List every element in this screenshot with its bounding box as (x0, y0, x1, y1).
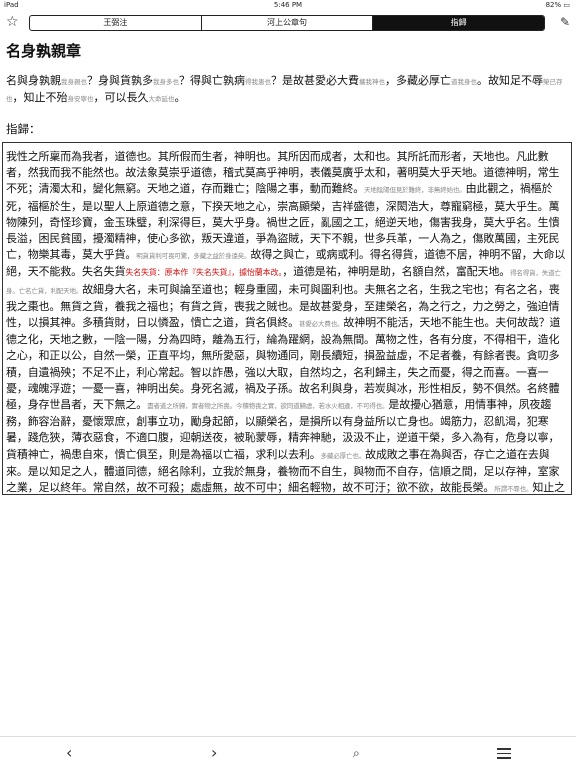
menu-icon[interactable] (497, 748, 511, 762)
status-time: 5:46 PM (273, 1, 303, 9)
status-bar: iPad 5:46 PM 82% ▭ (0, 0, 576, 10)
inline-note: 攜我神也 (359, 78, 385, 86)
inline-note: 我身多也 (153, 78, 179, 86)
source-segmented-control: 王弼注 河上公章句 指歸 (29, 15, 545, 31)
chapter-title: 名身孰親章 (6, 42, 82, 60)
tab-wangbi[interactable]: 王弼注 (30, 16, 202, 30)
collation-note: 失名失貨：原本作『失名失貨』，據怡蘭本改。 (125, 268, 283, 278)
battery-percent: 82% (545, 1, 562, 9)
text-segment: ，多藏必厚亡 (385, 74, 451, 87)
inline-note: 所謂不辱也。 (494, 485, 533, 494)
inline-note: 天地陰陽但見於難終，非無終始也。 (364, 186, 466, 195)
original-text: 名與身孰親我身親也？身與貨孰多我身多也？得與亡孰病得我患也？是故甚愛必大費攜我神… (6, 73, 568, 107)
inline-note: 盡者道之所歸，實者物之所喪。今積物喪之實，欲同道歸虛，若水火相違，不可得也。 (147, 402, 389, 411)
star-icon[interactable]: ☆ (6, 14, 19, 30)
inline-note: 大命延也 (148, 95, 175, 103)
text-segment: 故神明不能活，天地不能生也。夫何故哉？道德之化，天地之數，一陰一陽，分為四時，離… (6, 316, 561, 412)
chevron-right-icon[interactable]: › (211, 743, 217, 762)
inline-note: 我身親也 (61, 78, 87, 86)
chevron-left-icon[interactable]: ‹ (66, 743, 72, 762)
commentary-label: 指歸： (6, 122, 41, 136)
toolbar: ☆ 王弼注 河上公章句 指歸 ✎ (0, 12, 576, 36)
inline-note: 道我身也 (451, 78, 477, 86)
battery-indicator: 82% ▭ (545, 1, 570, 9)
inline-note: 甚愛必大費也。 (298, 320, 344, 329)
text-segment: 。故知足不辱 (477, 74, 543, 87)
inline-note: 多藏必厚亡也。 (320, 451, 366, 460)
text-segment: ，道德是祐，神明是助，名額自然，富配天地。 (282, 265, 511, 279)
text-segment: 。 (174, 91, 186, 104)
tab-heshanggong[interactable]: 河上公章句 (202, 16, 374, 30)
inline-note: 身安寧也 (67, 95, 94, 103)
text-segment: ？身與貨孰多 (87, 74, 153, 87)
inline-note: 得我患也 (245, 78, 271, 86)
text-segment: ？得與亡孰病 (179, 74, 245, 87)
search-icon[interactable]: ⌕ (353, 746, 360, 761)
bottom-toolbar: ‹ › ⌕ (0, 736, 576, 769)
text-segment: ？是故甚愛必大費 (271, 74, 359, 87)
text-segment: 名與身孰親 (6, 74, 61, 87)
inline-note: 明貨貨利可畏可驚，多藏之益於身遠矣。 (136, 252, 251, 261)
text-segment: ，可以長久 (93, 91, 149, 104)
commentary-text: 我性之所稟而為我者，道德也。其所假而生者，神明也。其所因而成者，太和也。其所託而… (2, 142, 572, 495)
edit-icon[interactable]: ✎ (560, 15, 570, 29)
text-segment: ，知止不殆 (12, 91, 68, 104)
tab-zhigui[interactable]: 指歸 (373, 16, 544, 30)
